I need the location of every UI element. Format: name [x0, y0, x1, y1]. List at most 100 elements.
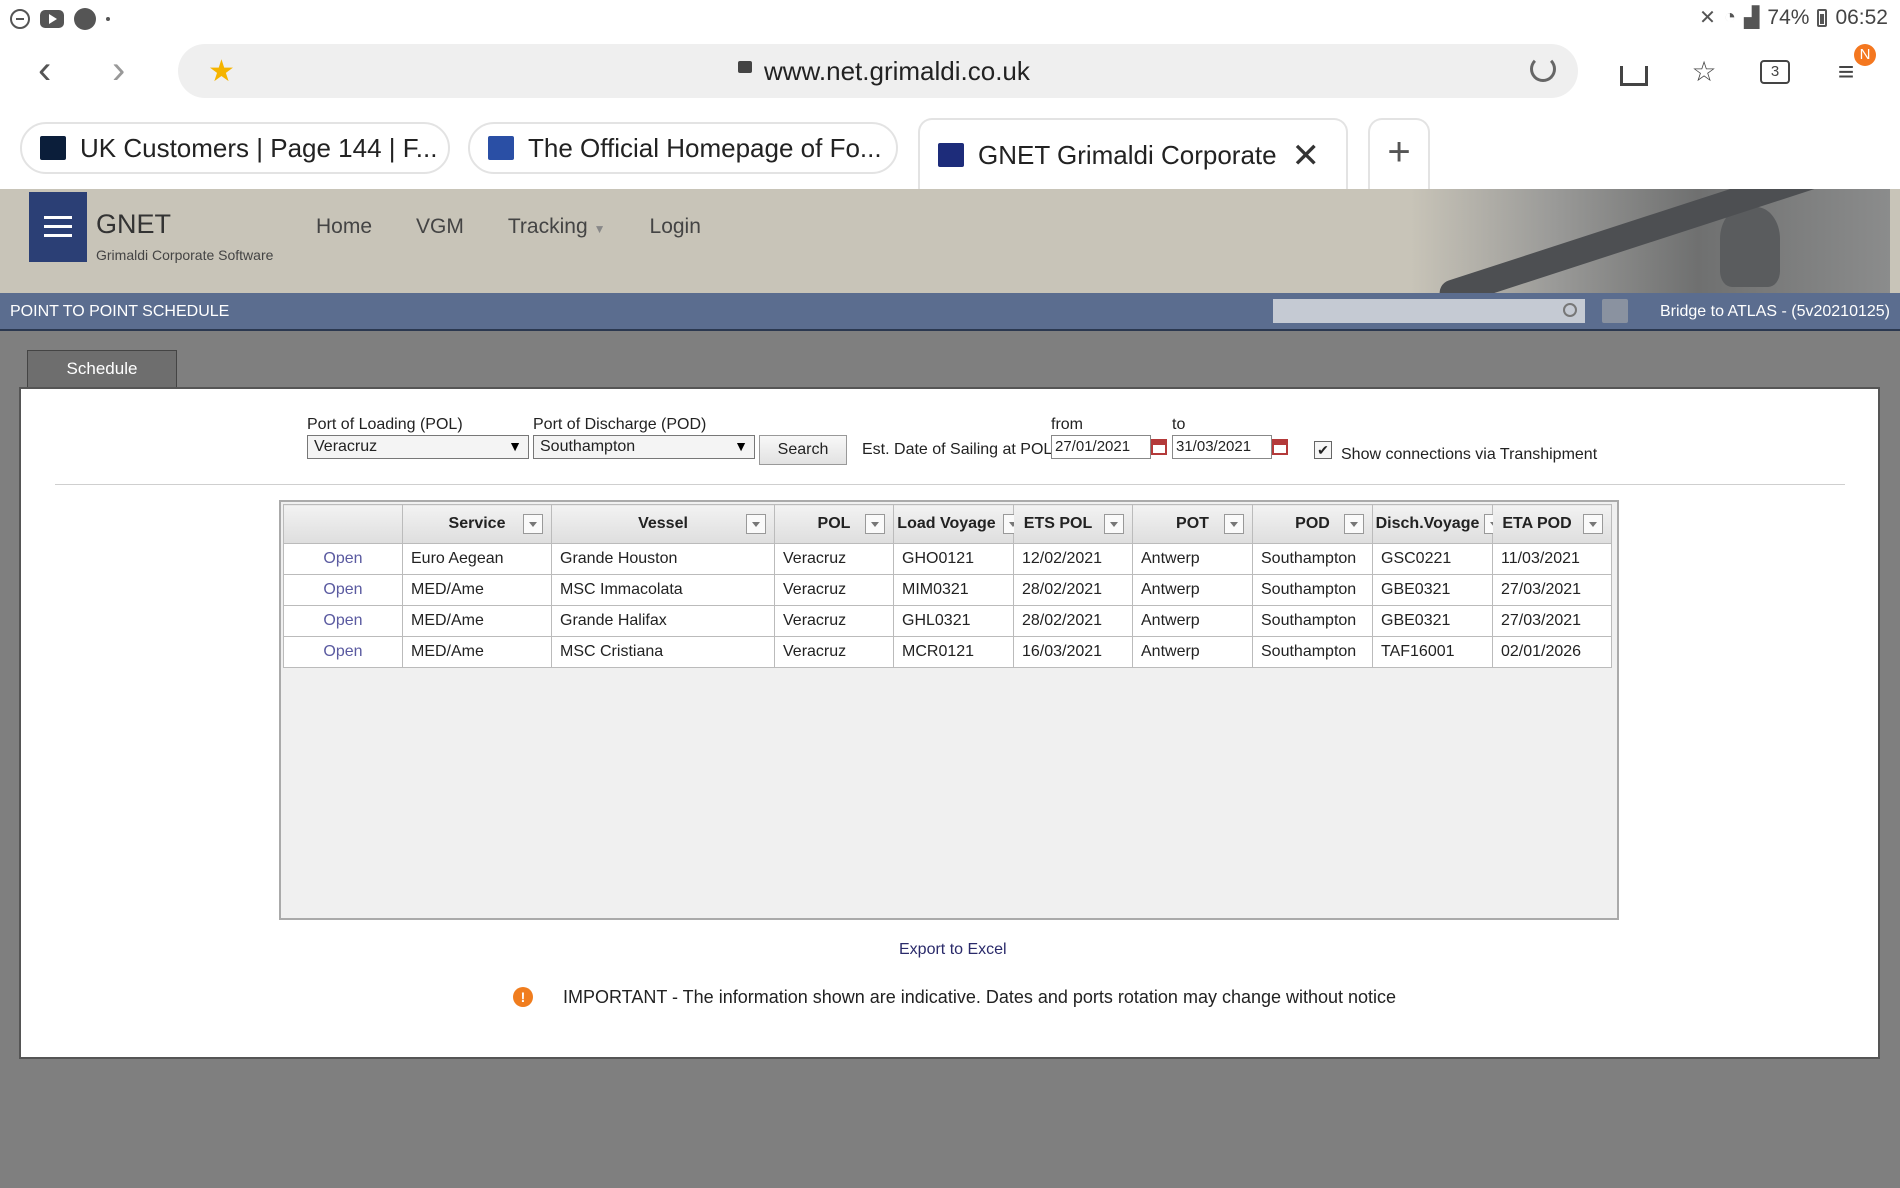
col-label: ETS POL: [1023, 515, 1093, 532]
cell-service: MED/Ame: [402, 636, 552, 668]
cell-pod: Southampton: [1252, 574, 1373, 606]
signal-icon: ▟: [1744, 7, 1760, 29]
browser-tab-2[interactable]: The Official Homepage of Fo...: [468, 122, 898, 174]
chevron-down-icon: ▼: [593, 222, 606, 236]
header-search-input[interactable]: [1273, 299, 1585, 323]
transhipment-label: Show connections via Transhipment: [1341, 446, 1598, 463]
nav-vgm[interactable]: VGM: [416, 215, 464, 239]
tabs-count-icon[interactable]: 3: [1760, 60, 1790, 84]
col-label: POT: [1176, 515, 1209, 532]
pol-value: Veracruz: [314, 438, 378, 455]
cell-load-voyage: GHL0321: [893, 605, 1014, 637]
cell-disch-voyage: GBE0321: [1372, 574, 1493, 606]
bookmarks-icon[interactable]: ☆: [1690, 58, 1718, 86]
col-disch-voyage[interactable]: Disch.Voyage: [1372, 504, 1498, 544]
cell-load-voyage: MIM0321: [893, 574, 1014, 606]
reload-icon[interactable]: [1530, 56, 1556, 82]
cell-load-voyage: GHO0121: [893, 543, 1014, 575]
hamburger-menu-icon[interactable]: [29, 192, 87, 262]
cell-disch-voyage: GSC0221: [1372, 543, 1493, 575]
forward-icon[interactable]: ›: [112, 50, 125, 90]
filter-icon[interactable]: [523, 514, 543, 534]
settings-gear-icon[interactable]: [1602, 299, 1628, 323]
col-vessel[interactable]: Vessel: [551, 504, 775, 544]
transhipment-checkbox[interactable]: ✔: [1314, 441, 1332, 459]
page-title: POINT TO POINT SCHEDULE: [10, 303, 230, 320]
search-icon[interactable]: [1563, 303, 1577, 317]
tab-count: 3: [1770, 63, 1780, 80]
open-link[interactable]: Open: [283, 605, 403, 637]
filter-icon[interactable]: [746, 514, 766, 534]
col-service[interactable]: Service: [402, 504, 552, 544]
col-pol[interactable]: POL: [774, 504, 894, 544]
open-link[interactable]: Open: [283, 574, 403, 606]
cell-disch-voyage: TAF16001: [1372, 636, 1493, 668]
cell-vessel: Grande Houston: [551, 543, 775, 575]
export-to-excel-link[interactable]: Export to Excel: [899, 941, 1007, 959]
cell-eta-pod: 27/03/2021: [1492, 605, 1612, 637]
new-tab-button[interactable]: +: [1368, 118, 1430, 190]
url-text[interactable]: www.net.grimaldi.co.uk: [764, 56, 1030, 87]
filter-icon[interactable]: [1344, 514, 1364, 534]
col-load-voyage[interactable]: Load Voyage: [893, 504, 1017, 544]
calendar-icon[interactable]: [1151, 439, 1167, 455]
to-label: to: [1172, 416, 1186, 433]
address-bar[interactable]: ★ www.net.grimaldi.co.uk: [178, 44, 1578, 98]
cell-load-voyage: MCR0121: [893, 636, 1014, 668]
mute-icon: ✕: [1699, 7, 1716, 29]
cell-eta-pod: 27/03/2021: [1492, 574, 1612, 606]
filter-icon[interactable]: [1583, 514, 1603, 534]
close-tab-icon[interactable]: ✕: [1292, 136, 1321, 176]
system-icons: ✕ ◔ ▟ 74% 06:52: [1699, 5, 1888, 30]
col-ets-pol[interactable]: ETS POL: [1013, 504, 1133, 544]
dnd-icon: [10, 9, 30, 29]
filter-icon[interactable]: [1104, 514, 1124, 534]
more-notifications-icon: [106, 17, 110, 21]
to-date-input[interactable]: 31/03/2021: [1172, 435, 1272, 459]
nav-tracking-label: Tracking: [507, 215, 588, 238]
messenger-icon: [74, 8, 96, 30]
cell-pot: Antwerp: [1132, 605, 1253, 637]
grid-header-row: Service Vessel POL Load Voyage ETS POL P…: [283, 504, 1612, 544]
col-eta-pod[interactable]: ETA POD: [1492, 504, 1612, 544]
search-button[interactable]: Search: [759, 435, 847, 465]
open-link[interactable]: Open: [283, 636, 403, 668]
nav-home[interactable]: Home: [316, 215, 372, 239]
nav-tracking[interactable]: Tracking ▼: [508, 215, 606, 239]
schedule-grid: Service Vessel POL Load Voyage ETS POL P…: [279, 500, 1619, 920]
filter-icon[interactable]: [865, 514, 885, 534]
col-pot[interactable]: POT: [1132, 504, 1253, 544]
from-date-input[interactable]: 27/01/2021: [1051, 435, 1151, 459]
table-row: Open Euro Aegean Grande Houston Veracruz…: [283, 543, 1612, 575]
cell-service: MED/Ame: [402, 605, 552, 637]
schedule-panel: Port of Loading (POL) Veracruz ▼ Port of…: [19, 387, 1880, 1059]
col-label: POL: [817, 515, 851, 532]
home-icon[interactable]: [1620, 66, 1648, 86]
cell-eta-pod: 11/03/2021: [1492, 543, 1612, 575]
battery-icon: [1817, 8, 1828, 27]
tab-schedule[interactable]: Schedule: [27, 350, 177, 388]
col-label: Vessel: [638, 515, 688, 532]
pol-select[interactable]: Veracruz ▼: [307, 435, 529, 459]
cell-eta-pod: 02/01/2026: [1492, 636, 1612, 668]
cell-pol: Veracruz: [774, 636, 894, 668]
filter-icon[interactable]: [1224, 514, 1244, 534]
back-icon[interactable]: ‹: [38, 50, 51, 90]
pod-select[interactable]: Southampton ▼: [533, 435, 755, 459]
notification-icons: [10, 8, 110, 30]
col-open: [283, 504, 403, 544]
browser-toolbar: ‹ › ★ www.net.grimaldi.co.uk ☆ 3 ≡ N: [0, 36, 1900, 108]
brand-name[interactable]: GNET: [96, 209, 171, 240]
browser-tab-3-active[interactable]: GNET Grimaldi Corporate ✕: [918, 118, 1348, 190]
calendar-icon[interactable]: [1272, 439, 1288, 455]
col-label: Disch.Voyage: [1375, 515, 1480, 532]
cell-ets-pol: 16/03/2021: [1013, 636, 1133, 668]
nav-login[interactable]: Login: [650, 215, 701, 239]
col-pod[interactable]: POD: [1252, 504, 1373, 544]
wifi-icon: ◔: [1723, 6, 1737, 28]
version-label: Bridge to ATLAS - (5v20210125): [1659, 303, 1890, 320]
cell-pol: Veracruz: [774, 605, 894, 637]
browser-tab-1[interactable]: UK Customers | Page 144 | F...: [20, 122, 450, 174]
bookmark-star-icon[interactable]: ★: [208, 54, 235, 89]
open-link[interactable]: Open: [283, 543, 403, 575]
